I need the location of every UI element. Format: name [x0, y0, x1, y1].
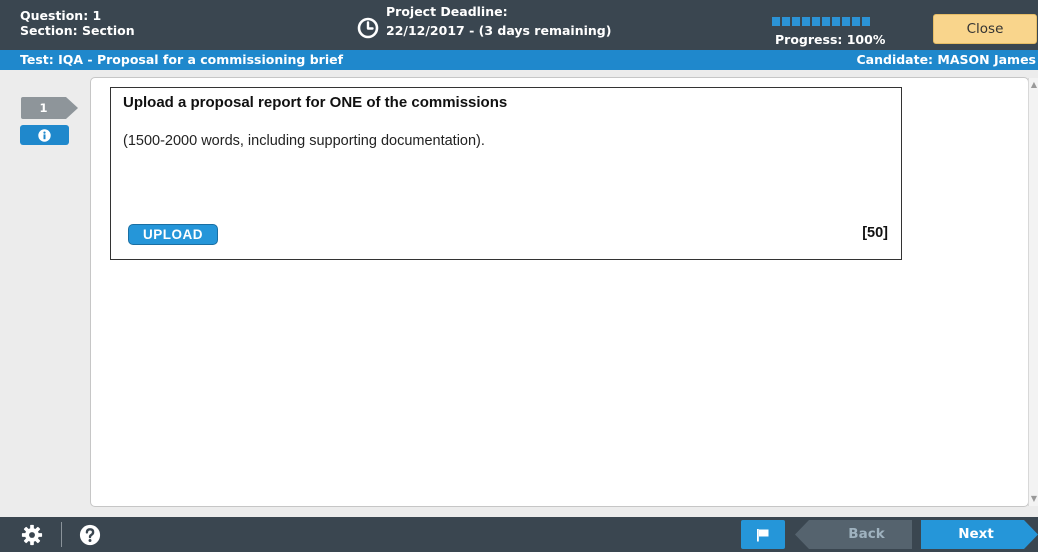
progress-label: Progress: 100%	[775, 32, 886, 47]
question-body: (1500-2000 words, including supporting d…	[123, 133, 485, 149]
progress-segment	[862, 17, 870, 26]
close-button[interactable]: Close	[933, 14, 1037, 44]
progress-segment	[782, 17, 790, 26]
help-icon[interactable]	[79, 524, 101, 546]
back-button[interactable]: Back	[795, 520, 912, 549]
upload-button[interactable]: UPLOAD	[128, 224, 218, 245]
project-deadline: Project Deadline: 22/12/2017 - (3 days r…	[386, 3, 611, 39]
progress-segment	[852, 17, 860, 26]
clock-icon	[357, 17, 379, 39]
progress-segment	[842, 17, 850, 26]
bottom-bar: Back Next	[0, 517, 1038, 552]
next-button[interactable]: Next	[921, 520, 1038, 549]
flag-button[interactable]	[741, 520, 785, 549]
back-label: Back	[848, 526, 885, 542]
progress-segment	[772, 17, 780, 26]
gear-icon[interactable]	[21, 524, 43, 546]
deadline-date: 22/12/2017 - (3 days remaining)	[386, 23, 612, 38]
deadline-label: Project Deadline:	[386, 4, 508, 19]
question-label: Question: 1	[20, 8, 102, 23]
progress-segment	[802, 17, 810, 26]
flag-icon	[757, 528, 769, 541]
question-title: Upload a proposal report for ONE of the …	[123, 94, 508, 111]
test-name: Test: IQA - Proposal for a commissioning…	[20, 52, 344, 67]
progress-segment	[832, 17, 840, 26]
question-box: Upload a proposal report for ONE of the …	[110, 87, 902, 260]
question-panel: Upload a proposal report for ONE of the …	[90, 77, 1029, 507]
next-label: Next	[958, 526, 994, 542]
marks-label: [50]	[862, 225, 888, 241]
progress-bar	[772, 17, 870, 26]
question-info: Question: 1 Section: Section	[20, 8, 135, 38]
progress-segment	[822, 17, 830, 26]
progress-segment	[792, 17, 800, 26]
question-number: 1	[39, 101, 48, 115]
scroll-down-arrow-icon[interactable]: ▼	[1029, 492, 1038, 506]
progress-segment	[812, 17, 820, 26]
info-button[interactable]	[20, 125, 69, 145]
footer-divider	[61, 522, 62, 547]
info-icon	[38, 128, 51, 142]
section-label: Section: Section	[20, 23, 135, 38]
scroll-up-arrow-icon[interactable]: ▲	[1029, 78, 1038, 92]
top-bar: Question: 1 Section: Section Project Dea…	[0, 0, 1038, 50]
candidate-name: Candidate: MASON James	[856, 52, 1036, 67]
test-info-bar: Test: IQA - Proposal for a commissioning…	[0, 50, 1038, 70]
vertical-scrollbar[interactable]: ▲ ▼	[1028, 78, 1038, 506]
question-number-tab[interactable]: 1	[21, 97, 78, 119]
